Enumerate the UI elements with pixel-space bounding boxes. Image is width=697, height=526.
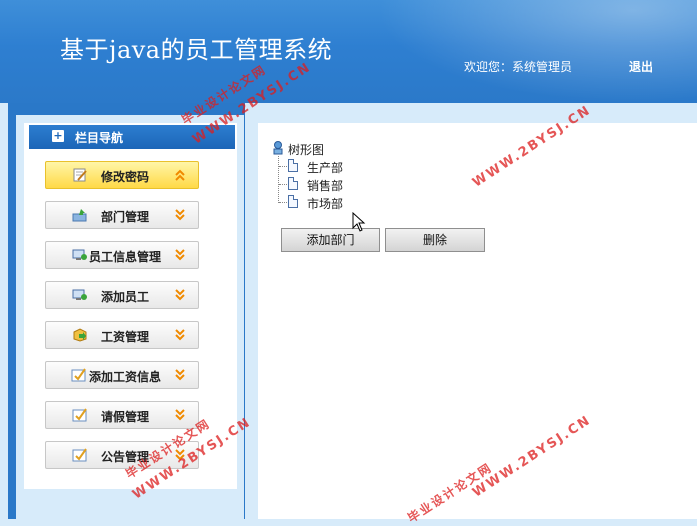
header-glow (377, 0, 697, 103)
nav-item-add-employee[interactable]: 添加员工 (45, 281, 199, 309)
nav-label: 添加工资信息 (89, 370, 162, 384)
tree-connector (279, 184, 287, 185)
logout-link[interactable]: 退出 (629, 58, 653, 75)
chevron-down-icon (175, 249, 185, 261)
chevron-down-icon (175, 209, 185, 221)
app-title: 基于java的员工管理系统 (60, 36, 333, 64)
check-note-icon (72, 408, 87, 422)
chevron-down-icon (175, 329, 185, 341)
document-icon (288, 195, 298, 208)
user-computer-icon (72, 249, 87, 260)
chevron-up-icon (175, 169, 185, 181)
nav-header-label: 栏目导航 (75, 131, 124, 145)
add-user-icon (72, 289, 87, 300)
tree-node-label[interactable]: 销售部 (307, 177, 343, 194)
tree-connector (278, 156, 279, 203)
delete-button[interactable]: 删除 (385, 228, 485, 252)
package-arrow-icon (73, 328, 87, 342)
header-bar: 基于java的员工管理系统 欢迎您：系统管理员 退出 (0, 0, 697, 103)
nav-label: 请假管理 (101, 410, 150, 424)
nav-item-employee-info[interactable]: 员工信息管理 (45, 241, 199, 269)
tree-root-icon (273, 141, 283, 155)
check-note-icon (72, 448, 87, 462)
document-icon (288, 177, 298, 190)
nav-item-salary[interactable]: 工资管理 (45, 321, 199, 349)
tree-node-label[interactable]: 生产部 (307, 159, 343, 176)
mouse-cursor-icon (352, 212, 366, 232)
document-icon (288, 159, 298, 172)
chevron-down-icon (175, 409, 185, 421)
tree-root-label[interactable]: 树形图 (288, 141, 324, 158)
check-note-icon (71, 368, 86, 382)
tree-connector (279, 166, 287, 167)
nav-label: 部门管理 (101, 210, 150, 224)
nav-item-change-password[interactable]: 修改密码 (45, 161, 199, 189)
nav-label: 员工信息管理 (89, 250, 162, 264)
folder-up-icon (72, 209, 87, 222)
nav-label: 工资管理 (101, 330, 150, 344)
nav-label: 修改密码 (101, 170, 150, 184)
nav-label: 添加员工 (101, 290, 150, 304)
nav-item-department[interactable]: 部门管理 (45, 201, 199, 229)
tree-node-label[interactable]: 市场部 (307, 195, 343, 212)
chevron-down-icon (175, 289, 185, 301)
expand-icon: + (52, 129, 64, 142)
welcome-text: 欢迎您：系统管理员 (464, 60, 573, 74)
nav-item-add-salary[interactable]: 添加工资信息 (45, 361, 199, 389)
chevron-down-icon (175, 369, 185, 381)
tree-connector (279, 202, 287, 203)
edit-note-icon (73, 168, 87, 182)
nav-item-leave[interactable]: 请假管理 (45, 401, 199, 429)
